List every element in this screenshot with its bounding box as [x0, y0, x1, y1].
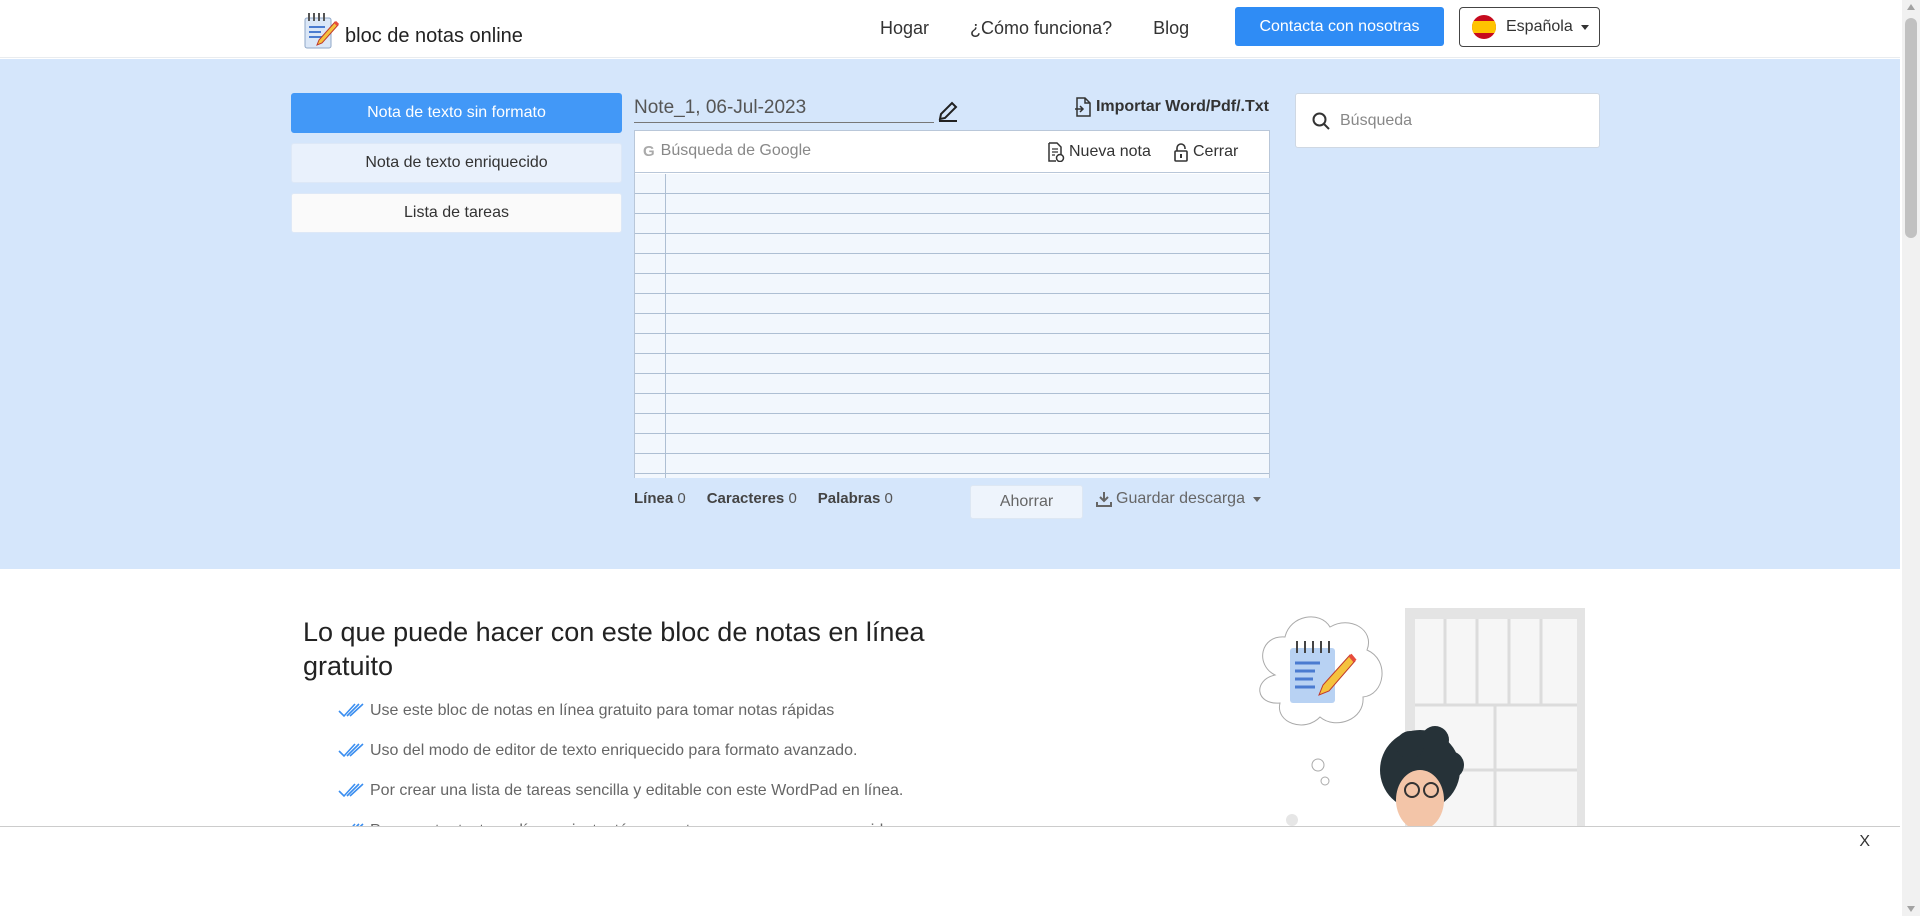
note-type-menu: Nota de texto sin formato Nota de texto … [291, 93, 622, 243]
ad-banner: X [0, 826, 1900, 916]
ad-close-button[interactable]: X [1859, 833, 1870, 851]
nav-link-how-it-works[interactable]: ¿Cómo funciona? [970, 18, 1112, 39]
tab-plain-text-note[interactable]: Nota de texto sin formato [291, 93, 622, 133]
features-heading: Lo que puede hacer con este bloc de nota… [303, 617, 925, 681]
nav-links: Hogar ¿Cómo funciona? Blog [880, 18, 1230, 39]
language-dropdown[interactable]: Española [1459, 7, 1600, 47]
download-icon [1096, 492, 1112, 507]
note-title-field[interactable]: Note_1, 06-Jul-2023 [634, 95, 934, 123]
search-icon [1312, 112, 1330, 130]
lock-icon [1174, 143, 1188, 162]
scroll-down-arrow-icon[interactable] [1907, 906, 1915, 912]
thinking-person-illustration [1235, 605, 1595, 830]
page-scrollbar[interactable] [1902, 0, 1920, 916]
scroll-up-arrow-icon[interactable] [1907, 4, 1915, 10]
caret-down-icon [1252, 496, 1261, 502]
spain-flag-icon [1472, 15, 1496, 39]
list-item: Por crear una lista de tareas sencilla y… [338, 771, 913, 811]
download-dropdown[interactable]: Guardar descarga [1096, 490, 1261, 508]
notepad-pencil-icon [303, 10, 340, 50]
caret-down-icon [1580, 24, 1589, 30]
scroll-thumb[interactable] [1905, 18, 1917, 238]
import-label: Importar Word/Pdf/.Txt [1095, 98, 1269, 115]
list-item: Uso del modo de editor de texto enriquec… [338, 731, 913, 771]
brand-name[interactable]: bloc de notas online [345, 25, 523, 48]
pencil-edit-icon[interactable] [936, 99, 960, 123]
note-textarea[interactable] [635, 174, 1269, 478]
download-label: Guardar descarga [1116, 490, 1245, 507]
save-button[interactable]: Ahorrar [970, 485, 1083, 519]
nav-link-blog[interactable]: Blog [1153, 18, 1189, 39]
word-count: Palabras 0 [817, 490, 893, 507]
search-box [1295, 93, 1600, 148]
note-title-row: Note_1, 06-Jul-2023 Importar Word/Pdf/.T… [634, 95, 1269, 125]
google-search-placeholder: Búsqueda de Google [660, 142, 812, 159]
top-navbar: bloc de notas online Hogar ¿Cómo funcion… [0, 0, 1900, 58]
features-section [0, 569, 1900, 829]
close-label: Cerrar [1193, 143, 1239, 160]
import-file-icon [1074, 97, 1091, 117]
google-icon: G [643, 142, 655, 160]
double-check-icon [338, 703, 364, 718]
list-item: Use este bloc de notas en línea gratuito… [338, 691, 913, 731]
search-input[interactable] [1340, 111, 1580, 130]
note-stats: Línea 0 Caracteres 0 Palabras 0 [634, 490, 914, 507]
close-note-button[interactable]: Cerrar [1173, 142, 1238, 162]
tab-rich-text-note[interactable]: Nota de texto enriquecido [291, 143, 622, 183]
double-check-icon [338, 783, 364, 798]
import-button[interactable]: Importar Word/Pdf/.Txt [1074, 97, 1269, 117]
tab-todo-list[interactable]: Lista de tareas [291, 193, 622, 233]
new-note-icon [1048, 142, 1065, 162]
contact-button[interactable]: Contacta con nosotras [1235, 7, 1444, 46]
note-editor: G Búsqueda de Google Nueva nota Cerrar [634, 130, 1270, 478]
language-label: Española [1506, 18, 1573, 35]
editor-toolbar: G Búsqueda de Google Nueva nota Cerrar [635, 131, 1269, 173]
char-count: Caracteres 0 [706, 490, 797, 507]
google-search[interactable]: G Búsqueda de Google [643, 142, 811, 160]
new-note-label: Nueva nota [1069, 143, 1151, 160]
line-count: Línea 0 [634, 490, 686, 507]
new-note-button[interactable]: Nueva nota [1047, 142, 1151, 162]
brand-link[interactable]: bloc de notas online [303, 10, 523, 50]
nav-link-home[interactable]: Hogar [880, 18, 929, 39]
double-check-icon [338, 743, 364, 758]
